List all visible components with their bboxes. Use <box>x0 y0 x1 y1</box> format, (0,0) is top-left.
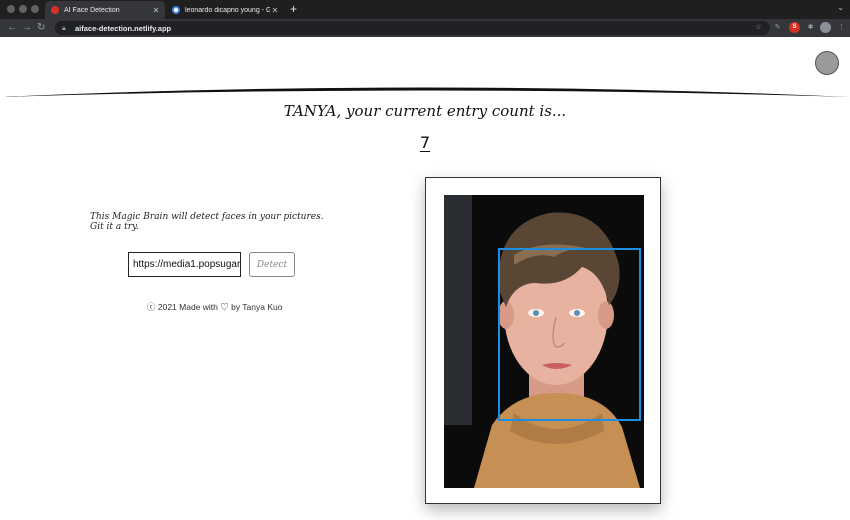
extensions-puzzle-icon[interactable]: ✱ <box>805 22 816 33</box>
maximize-window-icon[interactable] <box>31 5 39 13</box>
close-tab-icon[interactable]: ✕ <box>270 6 280 15</box>
tab-title: AI Face Detection <box>64 6 120 14</box>
browser-tab-bar: AI Face Detection ✕ leonardo dicaprio yo… <box>0 0 850 19</box>
tab-ai-face-detection[interactable]: AI Face Detection ✕ <box>45 1 165 19</box>
face-photo <box>444 195 644 488</box>
footer-credit: ⓒ 2021 Made with ♡ by Tanya Kuo <box>147 302 283 312</box>
bookmark-star-icon[interactable]: ☆ <box>753 22 764 33</box>
tab-search-icon[interactable]: ⌄ <box>837 3 844 12</box>
new-tab-button[interactable]: + <box>290 2 297 16</box>
reload-icon[interactable]: ↻ <box>37 21 45 35</box>
close-tab-icon[interactable]: ✕ <box>151 6 161 15</box>
face-bounding-box <box>498 248 641 421</box>
menu-kebab-icon[interactable]: ⋮ <box>836 22 847 33</box>
close-window-icon[interactable] <box>7 5 15 13</box>
result-image-frame <box>425 177 661 504</box>
profile-avatar-icon[interactable] <box>820 22 831 33</box>
minimize-window-icon[interactable] <box>19 5 27 13</box>
entry-count: 7 <box>0 133 850 152</box>
image-url-input[interactable]: https://media1.popsugar <box>128 252 241 277</box>
tab-leonardo-search[interactable]: leonardo dicaprio young - Goo ✕ <box>166 1 284 19</box>
tab-title: leonardo dicaprio young - Goo <box>185 6 270 14</box>
intro-text: This Magic Brain will detect faces in yo… <box>90 212 324 232</box>
url-text: aiface-detection.netlify.app <box>75 23 172 33</box>
back-icon[interactable]: ← <box>7 21 17 35</box>
lock-icon: 🔒︎ <box>62 24 66 32</box>
entry-count-value: 7 <box>419 133 431 152</box>
entry-count-heading: TANYA, your current entry count is... <box>283 102 567 120</box>
favicon-icon <box>51 6 59 14</box>
extension-pen-icon[interactable]: ✎ <box>772 22 783 33</box>
user-avatar[interactable] <box>815 51 839 75</box>
curved-divider <box>0 87 850 97</box>
url-bar[interactable]: 🔒︎ aiface-detection.netlify.app <box>55 21 770 35</box>
google-favicon-icon <box>172 6 180 14</box>
browser-address-bar: ← → ↻ 🔒︎ aiface-detection.netlify.app ☆ … <box>0 19 850 37</box>
image-url-value: https://media1.popsugar <box>133 259 241 270</box>
detect-button[interactable]: Detect <box>249 252 295 277</box>
extension-s-icon[interactable]: S <box>789 22 800 33</box>
forward-icon[interactable]: → <box>22 21 32 35</box>
